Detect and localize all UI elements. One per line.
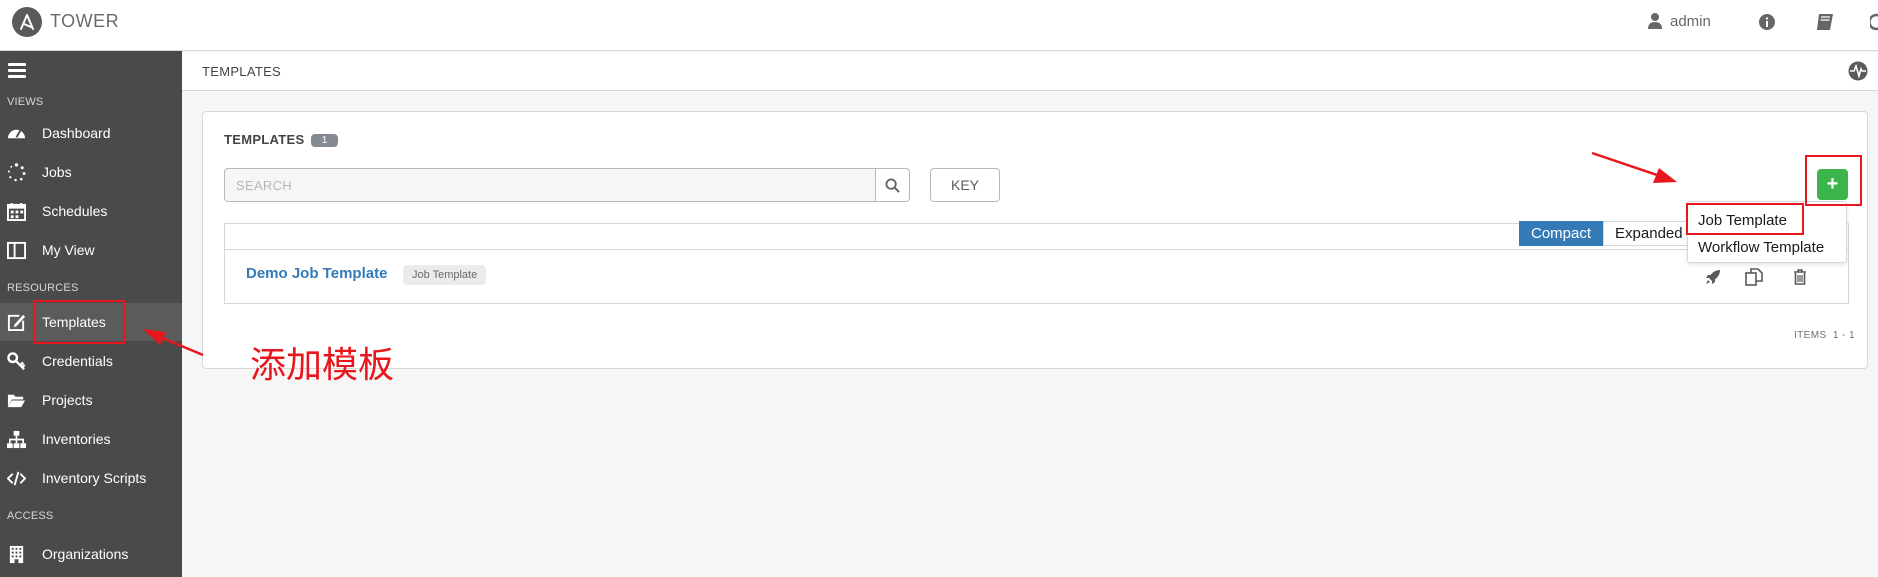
sidebar-item-credentials[interactable]: Credentials xyxy=(0,342,182,380)
top-bar: TOWER admin xyxy=(0,0,1878,51)
book-icon[interactable] xyxy=(1814,11,1836,33)
trash-icon xyxy=(1794,269,1806,285)
annotation-box-templates xyxy=(33,300,125,344)
section-heading-views: VIEWS xyxy=(7,96,44,108)
section-heading-access: ACCESS xyxy=(7,510,54,522)
username: admin xyxy=(1670,12,1711,30)
items-label: ITEMS xyxy=(1794,330,1827,341)
sidebar-item-organizations[interactable]: Organizations xyxy=(0,535,182,573)
menu-item-workflow-template[interactable]: Workflow Template xyxy=(1698,239,1824,256)
search-button[interactable] xyxy=(875,169,909,201)
app-name: TOWER xyxy=(50,11,120,31)
copy-button[interactable] xyxy=(1744,267,1764,287)
sidebar-item-label: Projects xyxy=(42,392,93,408)
sidebar-item-label: Inventory Scripts xyxy=(42,470,147,486)
annotation-box-job-template xyxy=(1686,203,1804,235)
key-button[interactable]: KEY xyxy=(930,168,1000,202)
count-badge: 1 xyxy=(311,134,338,147)
jobs-icon xyxy=(7,163,26,182)
template-name-link[interactable]: Demo Job Template xyxy=(246,265,387,282)
copy-icon xyxy=(1745,268,1763,286)
panel-title: TEMPLATES xyxy=(224,132,305,147)
sidebar-item-label: Inventories xyxy=(42,431,111,447)
expanded-view-button[interactable]: Expanded xyxy=(1603,221,1695,246)
breadcrumb[interactable]: TEMPLATES xyxy=(202,64,281,79)
sidebar-item-jobs[interactable]: Jobs xyxy=(0,153,182,191)
tower-logo-icon[interactable] xyxy=(12,7,42,37)
compact-view-button[interactable]: Compact xyxy=(1519,221,1604,246)
search-input[interactable] xyxy=(225,169,875,201)
items-range: 1 - 1 xyxy=(1832,330,1855,341)
user-menu[interactable]: admin xyxy=(1648,12,1711,30)
annotation-text: 添加模板 xyxy=(250,345,395,386)
sidebar-item-label: Credentials xyxy=(42,353,113,369)
activity-stream-icon[interactable] xyxy=(1848,61,1868,81)
sidebar-item-schedules[interactable]: Schedules xyxy=(0,192,182,230)
dashboard-icon xyxy=(7,129,26,139)
folder-icon xyxy=(7,394,26,408)
columns-icon xyxy=(7,241,26,260)
sidebar-item-label: Organizations xyxy=(42,546,129,562)
page-header: TEMPLATES xyxy=(182,52,1878,91)
sitemap-icon xyxy=(7,430,26,449)
sidebar-item-inventory-scripts[interactable]: Inventory Scripts xyxy=(0,459,182,497)
sidebar-item-projects[interactable]: Projects xyxy=(0,381,182,419)
hamburger-menu-icon[interactable] xyxy=(8,63,26,79)
delete-button[interactable] xyxy=(1790,267,1810,287)
edit-icon xyxy=(7,314,26,332)
info-icon[interactable] xyxy=(1756,11,1778,33)
launch-button[interactable] xyxy=(1703,267,1723,287)
sidebar-item-label: My View xyxy=(42,242,95,258)
rocket-icon xyxy=(1706,270,1720,284)
code-icon xyxy=(7,471,26,486)
template-type-tag: Job Template xyxy=(403,265,487,285)
section-heading-resources: RESOURCES xyxy=(7,282,79,294)
sidebar-item-label: Jobs xyxy=(42,164,72,180)
key-icon xyxy=(7,352,26,370)
table-row: Demo Job Template Job Template xyxy=(224,250,1849,304)
sidebar-item-label: Schedules xyxy=(42,203,108,219)
search-box xyxy=(224,168,910,202)
sidebar-item-label: Dashboard xyxy=(42,125,111,141)
calendar-icon xyxy=(7,202,26,221)
search-icon xyxy=(885,177,900,193)
logout-icon[interactable] xyxy=(1866,11,1878,33)
sidebar-item-my-view[interactable]: My View xyxy=(0,231,182,269)
annotation-box-add xyxy=(1805,155,1862,206)
user-icon xyxy=(1648,13,1662,29)
items-count: ITEMS 1 - 1 xyxy=(1794,330,1855,341)
sidebar-item-dashboard[interactable]: Dashboard xyxy=(0,114,182,152)
sidebar-item-inventories[interactable]: Inventories xyxy=(0,420,182,458)
view-toggle: Compact Expanded xyxy=(1519,221,1695,246)
building-icon xyxy=(9,545,24,564)
